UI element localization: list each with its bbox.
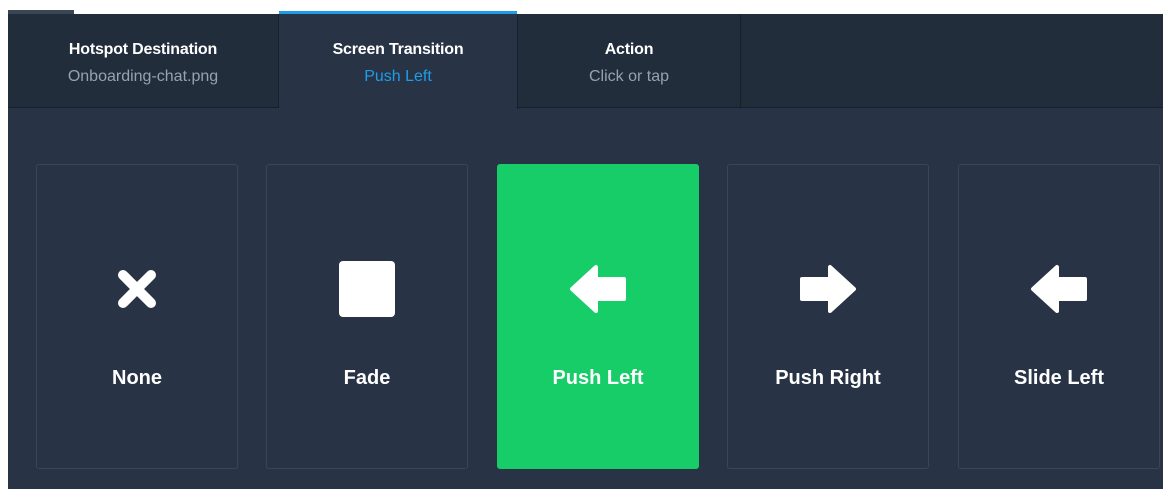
transition-option-push-left[interactable]: Push Left — [497, 164, 699, 469]
tab-subtitle: Onboarding-chat.png — [67, 68, 219, 85]
tab-hotspot-destination[interactable]: Hotspot Destination Onboarding-chat.png — [8, 14, 279, 108]
transition-option-slide-left[interactable]: Slide Left — [958, 164, 1160, 469]
arrow-right-icon — [800, 265, 856, 313]
transition-label: Push Left — [552, 367, 644, 389]
transition-label: Slide Left — [1013, 367, 1104, 389]
hotspot-settings-panel: Hotspot Destination Onboarding-chat.png … — [8, 11, 1163, 489]
tab-screen-transition[interactable]: Screen Transition Push Left — [279, 11, 518, 109]
tab-subtitle: Click or tap — [588, 68, 670, 85]
tab-action[interactable]: Action Click or tap — [518, 14, 741, 108]
close-icon — [118, 270, 156, 308]
tab-subtitle: Push Left — [364, 68, 432, 85]
square-icon — [339, 261, 395, 317]
transition-option-push-right[interactable]: Push Right — [727, 164, 929, 469]
transition-option-fade[interactable]: Fade — [266, 164, 468, 469]
transition-label: None — [112, 367, 162, 389]
tab-title: Action — [604, 41, 654, 58]
tab-bar: Hotspot Destination Onboarding-chat.png … — [8, 11, 1163, 109]
arrow-left-icon — [1031, 265, 1087, 313]
tab-title: Hotspot Destination — [68, 41, 218, 58]
tab-title: Screen Transition — [332, 41, 464, 58]
arrow-left-icon — [570, 265, 626, 313]
transition-option-none[interactable]: None — [36, 164, 238, 469]
transition-label: Fade — [343, 367, 391, 389]
transition-label: Push Right — [775, 367, 881, 389]
